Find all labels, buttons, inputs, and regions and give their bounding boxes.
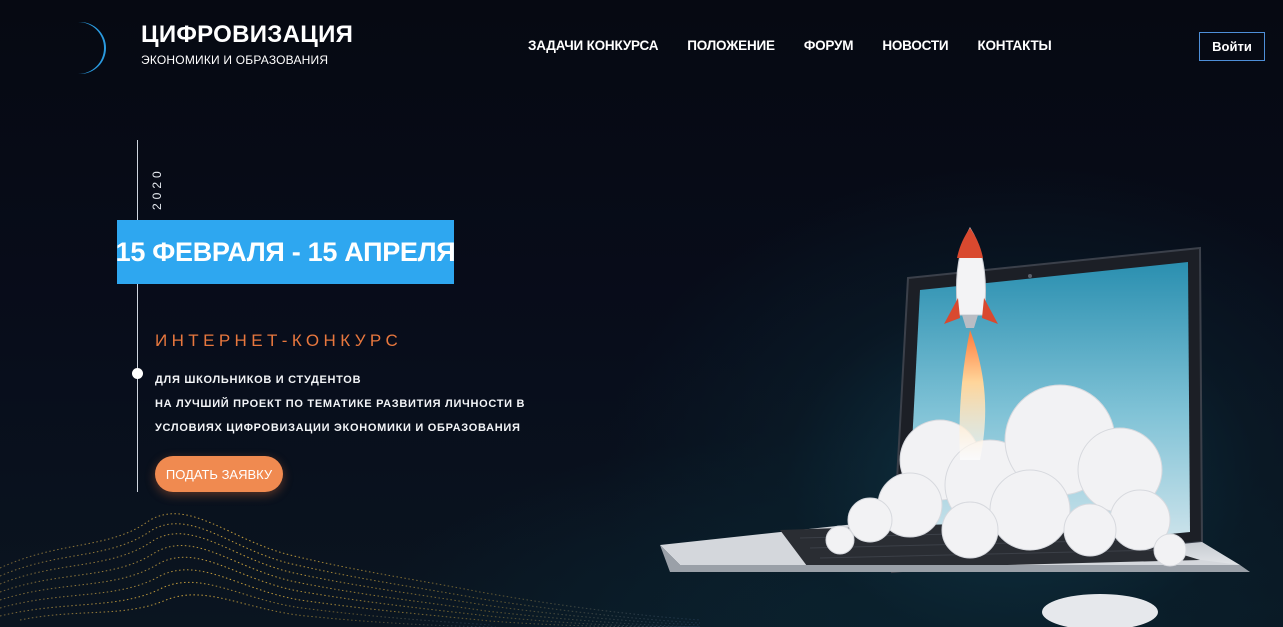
contest-description: ДЛЯ ШКОЛЬНИКОВ И СТУДЕНТОВ НА ЛУЧШИЙ ПРО…	[155, 368, 525, 440]
login-button[interactable]: Войти	[1199, 32, 1265, 61]
timeline-dot	[132, 368, 143, 379]
rocket-laptop-illustration	[660, 227, 1250, 627]
nav-item-news[interactable]: НОВОСТИ	[882, 38, 948, 53]
site-header: ЦИФРОВИЗАЦИЯ ЭКОНОМИКИ И ОБРАЗОВАНИЯ ЗАД…	[0, 0, 1283, 90]
description-line: НА ЛУЧШИЙ ПРОЕКТ ПО ТЕМАТИКЕ РАЗВИТИЯ ЛИ…	[155, 398, 526, 410]
brand-subtitle: ЭКОНОМИКИ И ОБРАЗОВАНИЯ	[141, 53, 329, 67]
contest-label: ИНТЕРНЕТ-КОНКУРС	[155, 331, 403, 350]
nav-item-regulations[interactable]: ПОЛОЖЕНИЕ	[687, 38, 775, 53]
nav-item-tasks[interactable]: ЗАДАЧИ КОНКУРСА	[528, 38, 658, 53]
timeline-line	[137, 140, 138, 492]
description-line: УСЛОВИЯХ ЦИФРОВИЗАЦИИ ЭКОНОМИКИ И ОБРАЗО…	[155, 422, 521, 434]
brand-title: ЦИФРОВИЗАЦИЯ	[141, 21, 354, 48]
date-range-banner: 15 ФЕВРАЛЯ - 15 АПРЕЛЯ	[116, 220, 456, 284]
particle-wave-decoration	[0, 513, 700, 627]
nav-item-contacts[interactable]: КОНТАКТЫ	[977, 38, 1051, 53]
year-label: 2020	[150, 167, 164, 210]
brand[interactable]: ЦИФРОВИЗАЦИЯ ЭКОНОМИКИ И ОБРАЗОВАНИЯ	[141, 22, 353, 68]
nav-item-forum[interactable]: ФОРУМ	[804, 38, 854, 53]
main-nav: ЗАДАЧИ КОНКУРСА ПОЛОЖЕНИЕ ФОРУМ НОВОСТИ …	[528, 38, 1052, 53]
logo-icon[interactable]	[20, 20, 112, 76]
description-line: ДЛЯ ШКОЛЬНИКОВ И СТУДЕНТОВ	[155, 374, 362, 386]
apply-button[interactable]: ПОДАТЬ ЗАЯВКУ	[155, 456, 283, 492]
